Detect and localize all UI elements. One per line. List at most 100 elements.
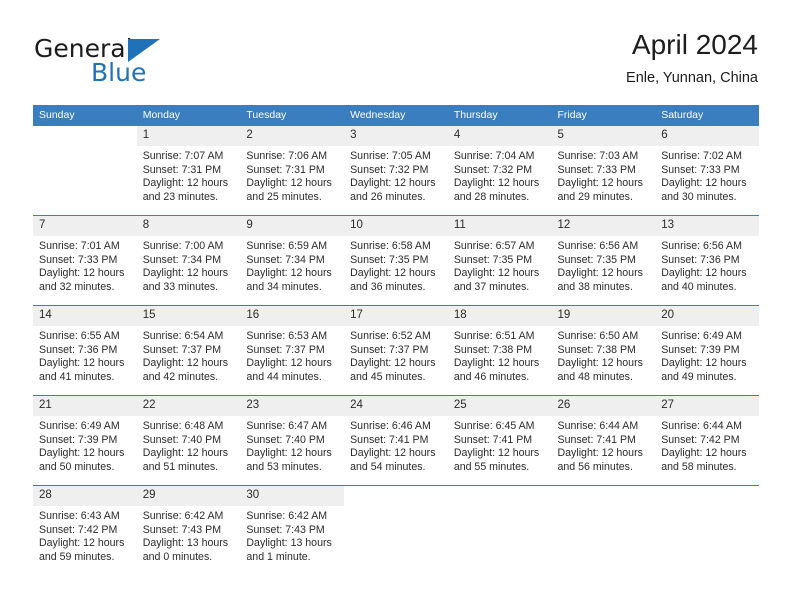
day-daylight1-text: Daylight: 12 hours [246,447,332,459]
day-sun-info: Sunrise: 7:00 AM Sunset: 7:34 PM Daylight:… [137,236,241,294]
day-daylight2-text: and 49 minutes. [661,370,737,383]
calendar-day-cell[interactable]: 27 Sunrise: 6:44 AM Sunset: 7:42 PM Dayligh… [655,395,759,486]
calendar-table: Sunday Monday Tuesday Wednesday Thursday… [33,105,759,575]
calendar-day-cell[interactable]: 29 Sunrise: 6:42 AM Sunset: 7:43 PM Dayligh… [136,485,241,575]
calendar-day-cell[interactable]: 22 Sunrise: 6:48 AM Sunset: 7:40 PM Dayligh… [136,395,241,486]
calendar-day-cell[interactable]: 15 Sunrise: 6:54 AM Sunset: 7:37 PM Dayligh… [136,305,241,396]
day-sunrise-text: Sunrise: 7:06 AM [246,150,328,162]
day-number: 16 [240,306,345,326]
day-sunset-text: Sunset: 7:34 PM [142,253,222,266]
day-sunrise-text: Sunrise: 6:49 AM [661,330,742,342]
day-sunset-text: Sunset: 7:32 PM [453,163,533,176]
calendar-day-cell[interactable]: 28 Sunrise: 6:43 AM Sunset: 7:42 PM Dayligh… [33,485,137,575]
day-number: 23 [240,396,345,416]
day-sun-info: Sunrise: 7:02 AM Sunset: 7:33 PM Daylight:… [655,146,759,204]
calendar-day-cell[interactable]: 19 Sunrise: 6:50 AM Sunset: 7:38 PM Dayligh… [551,305,656,396]
day-sunset-text: Sunset: 7:37 PM [246,343,325,356]
day-sunset-text: Sunset: 7:34 PM [246,253,325,266]
calendar-day-cell[interactable]: 5 Sunrise: 7:03 AM Sunset: 7:33 PM Daylight… [551,126,656,216]
calendar-cell-empty [344,485,448,575]
day-sunset-text: Sunset: 7:37 PM [142,343,222,356]
day-sunset-text: Sunset: 7:41 PM [453,433,533,446]
calendar-body: 1 Sunrise: 7:07 AM Sunset: 7:31 PM Daylight… [33,126,759,575]
calendar-day-cell[interactable]: 23 Sunrise: 6:47 AM Sunset: 7:40 PM Dayligh… [240,395,345,486]
day-daylight1-text: Daylight: 12 hours [453,177,540,189]
day-number [551,486,656,506]
calendar-day-cell[interactable]: 26 Sunrise: 6:44 AM Sunset: 7:41 PM Dayligh… [551,395,656,486]
day-daylight2-text: and 51 minutes. [142,460,219,473]
day-sunrise-text: Sunrise: 7:01 AM [39,240,120,252]
weekday-header-sunday: Sunday [33,105,137,126]
day-sunrise-text: Sunrise: 6:42 AM [246,510,328,522]
calendar-day-cell[interactable]: 16 Sunrise: 6:53 AM Sunset: 7:37 PM Dayligh… [240,305,345,396]
calendar-day-cell[interactable]: 6 Sunrise: 7:02 AM Sunset: 7:33 PM Daylight… [655,126,759,216]
day-sunrise-text: Sunrise: 7:05 AM [350,150,431,162]
generalblue-logo[interactable]: General Blue [34,36,214,92]
day-daylight1-text: Daylight: 12 hours [661,357,747,369]
day-daylight2-text: and 59 minutes. [39,550,115,563]
weekday-header-saturday: Saturday [655,105,759,126]
day-daylight2-text: and 58 minutes. [661,460,737,473]
day-sun-info: Sunrise: 7:06 AM Sunset: 7:31 PM Daylight:… [240,146,344,204]
day-sun-info: Sunrise: 6:48 AM Sunset: 7:40 PM Daylight:… [137,416,241,474]
calendar-day-cell[interactable]: 18 Sunrise: 6:51 AM Sunset: 7:38 PM Dayligh… [447,305,552,396]
calendar-day-cell[interactable]: 25 Sunrise: 6:45 AM Sunset: 7:41 PM Dayligh… [447,395,552,486]
day-sunrise-text: Sunrise: 6:49 AM [39,420,120,432]
day-daylight1-text: Daylight: 12 hours [557,177,643,189]
day-daylight2-text: and 56 minutes. [557,460,633,473]
day-number: 30 [240,486,345,506]
calendar-day-cell[interactable]: 13 Sunrise: 6:56 AM Sunset: 7:36 PM Dayligh… [655,215,759,306]
day-daylight2-text: and 28 minutes. [453,190,530,203]
day-sun-info: Sunrise: 6:47 AM Sunset: 7:40 PM Daylight:… [240,416,344,474]
calendar-day-cell[interactable]: 10 Sunrise: 6:58 AM Sunset: 7:35 PM Dayligh… [344,215,448,306]
calendar-day-cell[interactable]: 12 Sunrise: 6:56 AM Sunset: 7:35 PM Dayligh… [551,215,656,306]
day-number: 25 [447,396,552,416]
day-sunset-text: Sunset: 7:42 PM [661,433,740,446]
calendar-cell-empty [33,126,137,216]
calendar-cell-empty [551,485,656,575]
calendar-day-cell[interactable]: 2 Sunrise: 7:06 AM Sunset: 7:31 PM Daylight… [240,126,345,216]
day-daylight1-text: Daylight: 12 hours [557,447,643,459]
day-daylight2-text: and 1 minute. [246,550,311,563]
day-daylight1-text: Daylight: 12 hours [142,177,229,189]
calendar-day-cell[interactable]: 30 Sunrise: 6:42 AM Sunset: 7:43 PM Dayligh… [240,485,345,575]
day-daylight2-text: and 0 minutes. [142,550,213,563]
day-sunrise-text: Sunrise: 6:56 AM [661,240,742,252]
day-number: 26 [551,396,656,416]
day-sunrise-text: Sunrise: 6:42 AM [142,510,224,522]
calendar-day-cell[interactable]: 7 Sunrise: 7:01 AM Sunset: 7:33 PM Daylight… [33,215,137,306]
calendar-day-cell[interactable]: 21 Sunrise: 6:49 AM Sunset: 7:39 PM Dayligh… [33,395,137,486]
day-sunrise-text: Sunrise: 6:43 AM [39,510,120,522]
day-daylight1-text: Daylight: 12 hours [246,357,332,369]
day-number [344,486,448,506]
day-sun-info: Sunrise: 6:53 AM Sunset: 7:37 PM Daylight:… [240,326,344,384]
day-number: 28 [33,486,137,506]
calendar-day-cell[interactable]: 24 Sunrise: 6:46 AM Sunset: 7:41 PM Dayligh… [344,395,448,486]
calendar-day-cell[interactable]: 3 Sunrise: 7:05 AM Sunset: 7:32 PM Daylight… [344,126,448,216]
calendar-day-cell[interactable]: 4 Sunrise: 7:04 AM Sunset: 7:32 PM Daylight… [447,126,552,216]
day-sunrise-text: Sunrise: 6:51 AM [453,330,535,342]
calendar-day-cell[interactable]: 8 Sunrise: 7:00 AM Sunset: 7:34 PM Daylight… [136,215,241,306]
calendar-day-cell[interactable]: 14 Sunrise: 6:55 AM Sunset: 7:36 PM Dayligh… [33,305,137,396]
calendar-day-cell[interactable]: 1 Sunrise: 7:07 AM Sunset: 7:31 PM Daylight… [136,126,241,216]
day-sunset-text: Sunset: 7:38 PM [453,343,533,356]
calendar-day-cell[interactable]: 20 Sunrise: 6:49 AM Sunset: 7:39 PM Dayligh… [655,305,759,396]
day-daylight1-text: Daylight: 12 hours [39,537,125,549]
day-sunrise-text: Sunrise: 6:46 AM [350,420,431,432]
day-number: 19 [551,306,656,326]
day-sunset-text: Sunset: 7:35 PM [453,253,533,266]
calendar-day-cell[interactable]: 11 Sunrise: 6:57 AM Sunset: 7:35 PM Dayligh… [447,215,552,306]
calendar-day-cell[interactable]: 9 Sunrise: 6:59 AM Sunset: 7:34 PM Daylight… [240,215,345,306]
day-sunrise-text: Sunrise: 6:57 AM [453,240,535,252]
day-sunset-text: Sunset: 7:43 PM [246,523,325,536]
day-daylight2-text: and 23 minutes. [142,190,219,203]
weekday-header-tuesday: Tuesday [240,105,345,126]
day-daylight2-text: and 46 minutes. [453,370,530,383]
day-sun-info: Sunrise: 6:42 AM Sunset: 7:43 PM Daylight:… [137,506,241,564]
calendar-day-cell[interactable]: 17 Sunrise: 6:52 AM Sunset: 7:37 PM Dayligh… [344,305,448,396]
day-number: 12 [551,216,656,236]
day-daylight1-text: Daylight: 12 hours [453,447,540,459]
day-sunset-text: Sunset: 7:43 PM [142,523,222,536]
day-sun-info: Sunrise: 6:52 AM Sunset: 7:37 PM Daylight:… [344,326,448,384]
calendar-header-row: Sunday Monday Tuesday Wednesday Thursday… [33,105,759,126]
